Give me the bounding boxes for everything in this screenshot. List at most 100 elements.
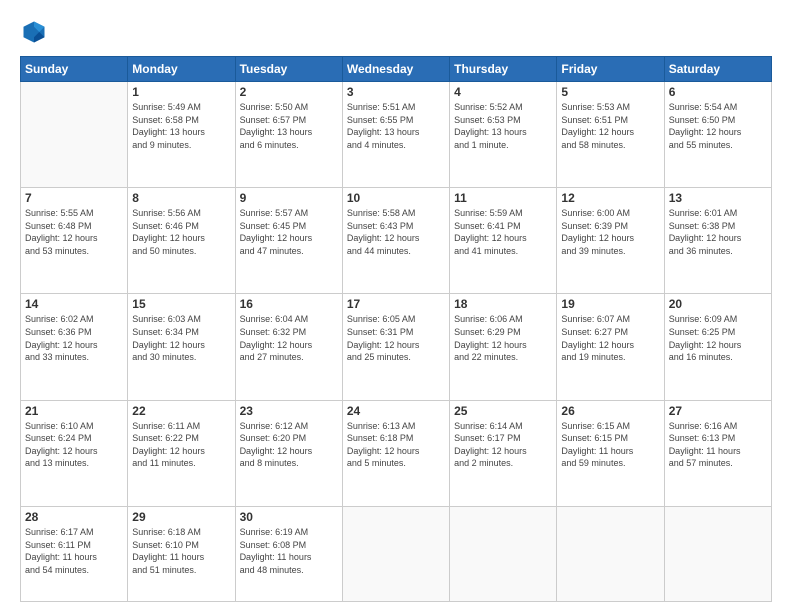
day-number: 23 — [240, 404, 338, 418]
calendar-week-row: 14 Sunrise: 6:02 AM Sunset: 6:36 PM Dayli… — [21, 294, 772, 400]
calendar-cell: 18 Sunrise: 6:06 AM Sunset: 6:29 PM Dayli… — [450, 294, 557, 400]
day-number: 10 — [347, 191, 445, 205]
day-number: 24 — [347, 404, 445, 418]
calendar-cell: 24 Sunrise: 6:13 AM Sunset: 6:18 PM Dayli… — [342, 400, 449, 506]
calendar-cell — [342, 506, 449, 601]
calendar-cell: 20 Sunrise: 6:09 AM Sunset: 6:25 PM Dayli… — [664, 294, 771, 400]
calendar-cell: 23 Sunrise: 6:12 AM Sunset: 6:20 PM Dayli… — [235, 400, 342, 506]
day-number: 12 — [561, 191, 659, 205]
day-info: Sunrise: 6:02 AM Sunset: 6:36 PM Dayligh… — [25, 313, 123, 363]
calendar-cell: 28 Sunrise: 6:17 AM Sunset: 6:11 PM Dayli… — [21, 506, 128, 601]
calendar-week-row: 28 Sunrise: 6:17 AM Sunset: 6:11 PM Dayli… — [21, 506, 772, 601]
day-number: 22 — [132, 404, 230, 418]
calendar-cell — [664, 506, 771, 601]
calendar-cell: 29 Sunrise: 6:18 AM Sunset: 6:10 PM Dayli… — [128, 506, 235, 601]
day-number: 3 — [347, 85, 445, 99]
calendar-cell: 3 Sunrise: 5:51 AM Sunset: 6:55 PM Daylig… — [342, 82, 449, 188]
header — [20, 18, 772, 46]
calendar-cell: 30 Sunrise: 6:19 AM Sunset: 6:08 PM Dayli… — [235, 506, 342, 601]
day-number: 16 — [240, 297, 338, 311]
day-number: 21 — [25, 404, 123, 418]
calendar-cell: 8 Sunrise: 5:56 AM Sunset: 6:46 PM Daylig… — [128, 188, 235, 294]
day-number: 6 — [669, 85, 767, 99]
day-number: 28 — [25, 510, 123, 524]
weekday-header-row: SundayMondayTuesdayWednesdayThursdayFrid… — [21, 57, 772, 82]
day-info: Sunrise: 6:07 AM Sunset: 6:27 PM Dayligh… — [561, 313, 659, 363]
day-info: Sunrise: 5:58 AM Sunset: 6:43 PM Dayligh… — [347, 207, 445, 257]
calendar-week-row: 1 Sunrise: 5:49 AM Sunset: 6:58 PM Daylig… — [21, 82, 772, 188]
day-number: 11 — [454, 191, 552, 205]
calendar-cell: 16 Sunrise: 6:04 AM Sunset: 6:32 PM Dayli… — [235, 294, 342, 400]
day-info: Sunrise: 6:15 AM Sunset: 6:15 PM Dayligh… — [561, 420, 659, 470]
calendar-week-row: 7Sunrise: 5:55 AM Sunset: 6:48 PM Daylig… — [21, 188, 772, 294]
calendar-cell: 27 Sunrise: 6:16 AM Sunset: 6:13 PM Dayli… — [664, 400, 771, 506]
day-number: 15 — [132, 297, 230, 311]
day-number: 25 — [454, 404, 552, 418]
calendar-cell: 12 Sunrise: 6:00 AM Sunset: 6:39 PM Dayli… — [557, 188, 664, 294]
day-info: Sunrise: 5:50 AM Sunset: 6:57 PM Dayligh… — [240, 101, 338, 151]
day-info: Sunrise: 5:49 AM Sunset: 6:58 PM Dayligh… — [132, 101, 230, 151]
day-info: Sunrise: 6:13 AM Sunset: 6:18 PM Dayligh… — [347, 420, 445, 470]
day-info: Sunrise: 5:51 AM Sunset: 6:55 PM Dayligh… — [347, 101, 445, 151]
calendar-cell: 9Sunrise: 5:57 AM Sunset: 6:45 PM Daylig… — [235, 188, 342, 294]
day-number: 30 — [240, 510, 338, 524]
day-number: 20 — [669, 297, 767, 311]
day-info: Sunrise: 5:53 AM Sunset: 6:51 PM Dayligh… — [561, 101, 659, 151]
day-number: 2 — [240, 85, 338, 99]
calendar-cell: 6 Sunrise: 5:54 AM Sunset: 6:50 PM Daylig… — [664, 82, 771, 188]
day-info: Sunrise: 6:10 AM Sunset: 6:24 PM Dayligh… — [25, 420, 123, 470]
calendar-cell — [21, 82, 128, 188]
day-number: 18 — [454, 297, 552, 311]
day-number: 26 — [561, 404, 659, 418]
calendar-cell: 4 Sunrise: 5:52 AM Sunset: 6:53 PM Daylig… — [450, 82, 557, 188]
day-info: Sunrise: 6:01 AM Sunset: 6:38 PM Dayligh… — [669, 207, 767, 257]
calendar-cell: 14 Sunrise: 6:02 AM Sunset: 6:36 PM Dayli… — [21, 294, 128, 400]
weekday-header-tuesday: Tuesday — [235, 57, 342, 82]
day-info: Sunrise: 5:52 AM Sunset: 6:53 PM Dayligh… — [454, 101, 552, 151]
day-info: Sunrise: 6:06 AM Sunset: 6:29 PM Dayligh… — [454, 313, 552, 363]
calendar-cell: 1 Sunrise: 5:49 AM Sunset: 6:58 PM Daylig… — [128, 82, 235, 188]
day-info: Sunrise: 5:56 AM Sunset: 6:46 PM Dayligh… — [132, 207, 230, 257]
day-number: 27 — [669, 404, 767, 418]
calendar-cell: 19 Sunrise: 6:07 AM Sunset: 6:27 PM Dayli… — [557, 294, 664, 400]
weekday-header-monday: Monday — [128, 57, 235, 82]
day-number: 29 — [132, 510, 230, 524]
calendar-cell: 5Sunrise: 5:53 AM Sunset: 6:51 PM Daylig… — [557, 82, 664, 188]
day-info: Sunrise: 6:05 AM Sunset: 6:31 PM Dayligh… — [347, 313, 445, 363]
day-number: 13 — [669, 191, 767, 205]
day-number: 4 — [454, 85, 552, 99]
day-number: 7 — [25, 191, 123, 205]
calendar-cell: 11 Sunrise: 5:59 AM Sunset: 6:41 PM Dayli… — [450, 188, 557, 294]
weekday-header-thursday: Thursday — [450, 57, 557, 82]
day-info: Sunrise: 6:17 AM Sunset: 6:11 PM Dayligh… — [25, 526, 123, 576]
calendar-cell: 17Sunrise: 6:05 AM Sunset: 6:31 PM Dayli… — [342, 294, 449, 400]
day-info: Sunrise: 5:54 AM Sunset: 6:50 PM Dayligh… — [669, 101, 767, 151]
day-info: Sunrise: 6:04 AM Sunset: 6:32 PM Dayligh… — [240, 313, 338, 363]
day-info: Sunrise: 6:16 AM Sunset: 6:13 PM Dayligh… — [669, 420, 767, 470]
day-info: Sunrise: 6:19 AM Sunset: 6:08 PM Dayligh… — [240, 526, 338, 576]
day-number: 19 — [561, 297, 659, 311]
calendar-cell: 21 Sunrise: 6:10 AM Sunset: 6:24 PM Dayli… — [21, 400, 128, 506]
day-info: Sunrise: 6:18 AM Sunset: 6:10 PM Dayligh… — [132, 526, 230, 576]
calendar-cell — [450, 506, 557, 601]
day-info: Sunrise: 6:12 AM Sunset: 6:20 PM Dayligh… — [240, 420, 338, 470]
day-info: Sunrise: 6:00 AM Sunset: 6:39 PM Dayligh… — [561, 207, 659, 257]
calendar-cell: 26 Sunrise: 6:15 AM Sunset: 6:15 PM Dayli… — [557, 400, 664, 506]
day-info: Sunrise: 6:03 AM Sunset: 6:34 PM Dayligh… — [132, 313, 230, 363]
logo — [20, 18, 52, 46]
day-number: 14 — [25, 297, 123, 311]
day-number: 9 — [240, 191, 338, 205]
weekday-header-friday: Friday — [557, 57, 664, 82]
day-number: 1 — [132, 85, 230, 99]
day-number: 8 — [132, 191, 230, 205]
day-info: Sunrise: 5:59 AM Sunset: 6:41 PM Dayligh… — [454, 207, 552, 257]
calendar-cell: 10 Sunrise: 5:58 AM Sunset: 6:43 PM Dayli… — [342, 188, 449, 294]
day-info: Sunrise: 6:09 AM Sunset: 6:25 PM Dayligh… — [669, 313, 767, 363]
day-info: Sunrise: 6:11 AM Sunset: 6:22 PM Dayligh… — [132, 420, 230, 470]
calendar-cell: 2 Sunrise: 5:50 AM Sunset: 6:57 PM Daylig… — [235, 82, 342, 188]
calendar-cell: 7Sunrise: 5:55 AM Sunset: 6:48 PM Daylig… — [21, 188, 128, 294]
day-info: Sunrise: 6:14 AM Sunset: 6:17 PM Dayligh… — [454, 420, 552, 470]
weekday-header-saturday: Saturday — [664, 57, 771, 82]
calendar-cell: 25 Sunrise: 6:14 AM Sunset: 6:17 PM Dayli… — [450, 400, 557, 506]
calendar-cell: 15 Sunrise: 6:03 AM Sunset: 6:34 PM Dayli… — [128, 294, 235, 400]
